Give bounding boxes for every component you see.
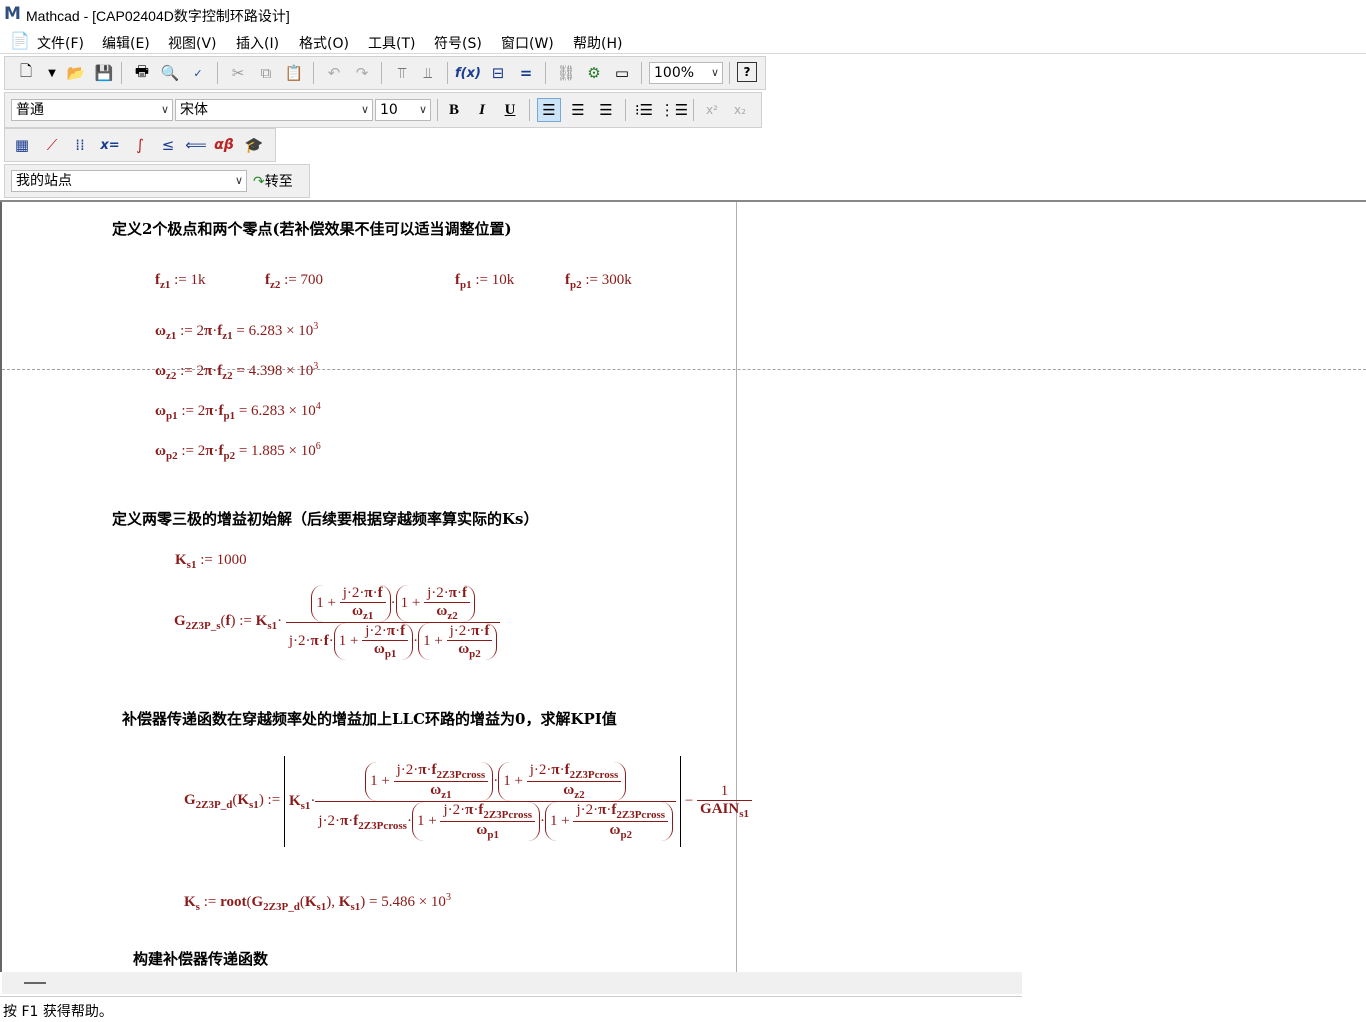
evaluation-icon[interactable]: x=: [99, 134, 121, 156]
def-wp2[interactable]: ωp2 := 2π·fp2 = 1.885 × 106: [155, 441, 321, 462]
calculus-icon[interactable]: ∫: [129, 134, 151, 156]
align-left-icon[interactable]: ☰: [537, 98, 561, 122]
menu-window[interactable]: 窗口(W): [501, 33, 554, 53]
standard-toolbar: 🗋 ▼ 📂 💾 🖶 🔍 ✓ ✂ ⧉ 📋 ↶ ↷ ⫪ ⫫ f(x) ⊟ = ⛓ ⚙…: [4, 56, 766, 90]
horizontal-scrollbar[interactable]: [2, 972, 1022, 994]
zoom-select[interactable]: 100% ∨: [649, 62, 723, 84]
calculate-icon[interactable]: =: [515, 62, 537, 84]
heading-initial-gain[interactable]: 定义两零三极的增益初始解（后续要根据穿越频率算实际的Ks）: [112, 508, 539, 529]
site-select[interactable]: 我的站点 ∨: [11, 170, 247, 192]
math-toolbar: ▦ ⟋ ⁞⁞ x= ∫ ≤ ⟸ αβ 🎓: [4, 128, 276, 162]
def-fp2[interactable]: fp2 := 300k: [565, 272, 632, 291]
cut-icon[interactable]: ✂: [227, 62, 249, 84]
font-select[interactable]: 宋体 ∨: [175, 99, 373, 121]
worksheet-border: [0, 202, 2, 972]
save-icon[interactable]: 💾: [93, 62, 115, 84]
align-top-icon[interactable]: ⫪: [391, 62, 413, 84]
matrix-icon[interactable]: ⁞⁞: [69, 134, 91, 156]
def-g2z3p-s[interactable]: G2Z3P_s(f) := Ks1· 1 + j·2·π·f ωz1 · 1 + j·…: [174, 585, 501, 660]
align-center-icon[interactable]: ☰: [567, 99, 589, 121]
def-wz1[interactable]: ωz1 := 2π·fz1 = 6.283 × 103: [155, 321, 318, 342]
heading-build-compensator[interactable]: 构建补偿器传递函数: [133, 948, 268, 969]
menu-file[interactable]: 文件(F): [37, 33, 84, 53]
heading-solve-kpi[interactable]: 补偿器传递函数在穿越频率处的增益加上LLC环路的增益为0，求解KPI值: [122, 708, 617, 729]
underline-button[interactable]: U: [499, 99, 521, 121]
menu-view[interactable]: 视图(V): [168, 33, 217, 53]
page-break-vertical: [736, 202, 737, 972]
menu-edit[interactable]: 编辑(E): [102, 33, 150, 53]
align-right-icon[interactable]: ☰: [595, 99, 617, 121]
insert-component-icon[interactable]: ⚙: [583, 62, 605, 84]
subscript-icon[interactable]: x₂: [729, 99, 751, 121]
menu-tools[interactable]: 工具(T): [368, 33, 415, 53]
status-bar: [0, 996, 1022, 1022]
symbolic-icon[interactable]: 🎓: [243, 134, 265, 156]
def-fz1[interactable]: fz1 := 1k: [155, 272, 206, 291]
insert-function-icon[interactable]: f(x): [455, 62, 481, 84]
new-dropdown-icon[interactable]: ▼: [41, 62, 63, 84]
def-ks-root[interactable]: Ks := root(G2Z3P_d(Ks1), Ks1) = 5.486 × …: [184, 892, 451, 913]
formatting-toolbar: 普通 ∨ 宋体 ∨ 10 ∨ B I U ☰ ☰ ☰ ⁝☰ ⋮☰ x² x₂: [4, 92, 762, 128]
superscript-icon[interactable]: x²: [701, 99, 723, 121]
scrollbar-thumb[interactable]: [24, 982, 46, 984]
insert-unit-icon[interactable]: ⊟: [487, 62, 509, 84]
insert-hyperlink-icon[interactable]: ⛓: [555, 62, 577, 84]
def-g2z3p-d[interactable]: G2Z3P_d(Ks1) := Ks1· 1 + j·2·π·f2Z3Pcros…: [184, 756, 752, 847]
def-wp1[interactable]: ωp1 := 2π·fp1 = 6.283 × 104: [155, 401, 321, 422]
document-icon[interactable]: 📄: [10, 31, 30, 50]
style-select[interactable]: 普通 ∨: [11, 99, 173, 121]
menu-bar: 📄 文件(F) 编辑(E) 视图(V) 插入(I) 格式(O) 工具(T) 符号…: [0, 29, 1366, 54]
menu-help[interactable]: 帮助(H): [573, 33, 622, 53]
menu-symbolics[interactable]: 符号(S): [434, 33, 482, 53]
status-text: 按 F1 获得帮助。: [3, 1004, 113, 1020]
mathcad-logo-icon: M: [4, 4, 21, 24]
bullet-list-icon[interactable]: ⁝☰: [633, 99, 655, 121]
greek-icon[interactable]: αβ: [213, 134, 235, 156]
print-preview-icon[interactable]: 🔍: [159, 62, 181, 84]
copy-icon[interactable]: ⧉: [255, 62, 277, 84]
new-icon[interactable]: 🗋: [15, 62, 37, 84]
heading-poles-zeros[interactable]: 定义2个极点和两个零点(若补偿效果不佳可以适当调整位置): [112, 218, 512, 239]
align-down-icon[interactable]: ⫫: [417, 62, 439, 84]
def-ks1[interactable]: Ks1 := 1000: [175, 552, 247, 571]
boolean-icon[interactable]: ≤: [157, 134, 179, 156]
open-icon[interactable]: 📂: [65, 62, 87, 84]
print-icon[interactable]: 🖶: [131, 62, 153, 84]
go-button[interactable]: ↷转至: [253, 171, 293, 191]
undo-icon[interactable]: ↶: [323, 62, 345, 84]
web-toolbar: 我的站点 ∨ ↷转至: [4, 164, 310, 198]
font-size-select[interactable]: 10 ∨: [375, 99, 431, 121]
menu-insert[interactable]: 插入(I): [236, 33, 279, 53]
graph-icon[interactable]: ⟋: [41, 134, 63, 156]
menu-format[interactable]: 格式(O): [299, 33, 349, 53]
italic-button[interactable]: I: [471, 99, 493, 121]
paste-icon[interactable]: 📋: [283, 62, 305, 84]
def-wz2[interactable]: ωz2 := 2π·fz2 = 4.398 × 103: [155, 361, 318, 382]
spellcheck-icon[interactable]: ✓: [187, 62, 209, 84]
go-arrow-icon: ↷: [253, 174, 265, 190]
calculator-icon[interactable]: ▦: [11, 134, 33, 156]
redo-icon[interactable]: ↷: [351, 62, 373, 84]
window-title: Mathcad - [CAP02404D数字控制环路设计]: [26, 8, 290, 24]
help-icon[interactable]: ?: [737, 62, 757, 82]
numbered-list-icon[interactable]: ⋮☰: [660, 99, 688, 121]
resource-center-icon[interactable]: ▭: [611, 62, 633, 84]
title-bar: M Mathcad - [CAP02404D数字控制环路设计]: [0, 0, 1366, 28]
def-fp1[interactable]: fp1 := 10k: [455, 272, 514, 291]
bold-button[interactable]: B: [443, 99, 465, 121]
programming-icon[interactable]: ⟸: [185, 134, 207, 156]
def-fz2[interactable]: fz2 := 700: [265, 272, 323, 291]
